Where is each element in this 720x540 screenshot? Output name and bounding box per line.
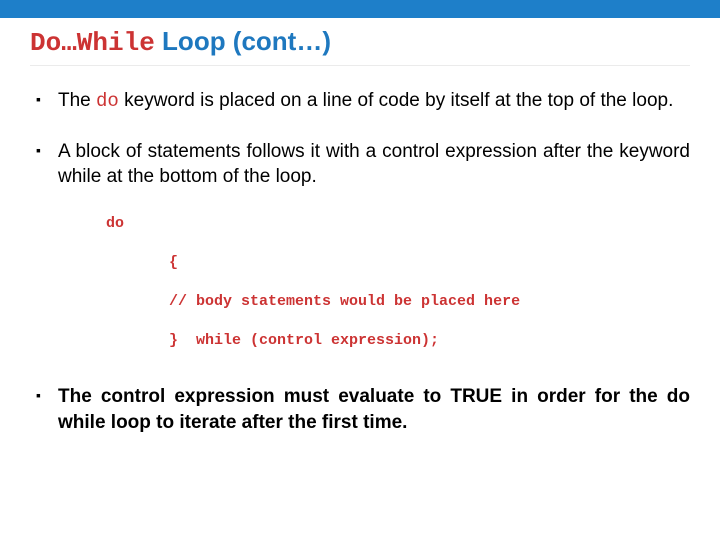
code-line-4: } while (control expression); xyxy=(106,332,439,349)
slide-body: Do…While Loop (cont…) The do keyword is … xyxy=(0,18,720,435)
title-code-keyword: Do…While xyxy=(30,28,155,58)
code-line-1: do xyxy=(106,215,124,232)
bullet-1-pre: The xyxy=(58,90,96,111)
slide-title: Do…While Loop (cont…) xyxy=(30,26,690,66)
code-sample: do { // body statements would be placed … xyxy=(106,204,690,360)
code-line-3: // body statements would be placed here xyxy=(106,293,520,310)
code-line-2: { xyxy=(106,254,178,271)
bullet-2: A block of statements follows it with a … xyxy=(30,139,690,360)
bullet-list: The do keyword is placed on a line of co… xyxy=(30,88,690,435)
bullet-1-code: do xyxy=(96,90,119,112)
bullet-3: The control expression must evaluate to … xyxy=(30,384,690,435)
title-rest: Loop (cont…) xyxy=(155,26,331,56)
top-blue-bar xyxy=(0,0,720,18)
bullet-2-text: A block of statements follows it with a … xyxy=(58,141,690,188)
bullet-1: The do keyword is placed on a line of co… xyxy=(30,88,690,115)
bullet-1-post: keyword is placed on a line of code by i… xyxy=(119,90,674,111)
bullet-3-text: The control expression must evaluate to … xyxy=(58,386,690,433)
